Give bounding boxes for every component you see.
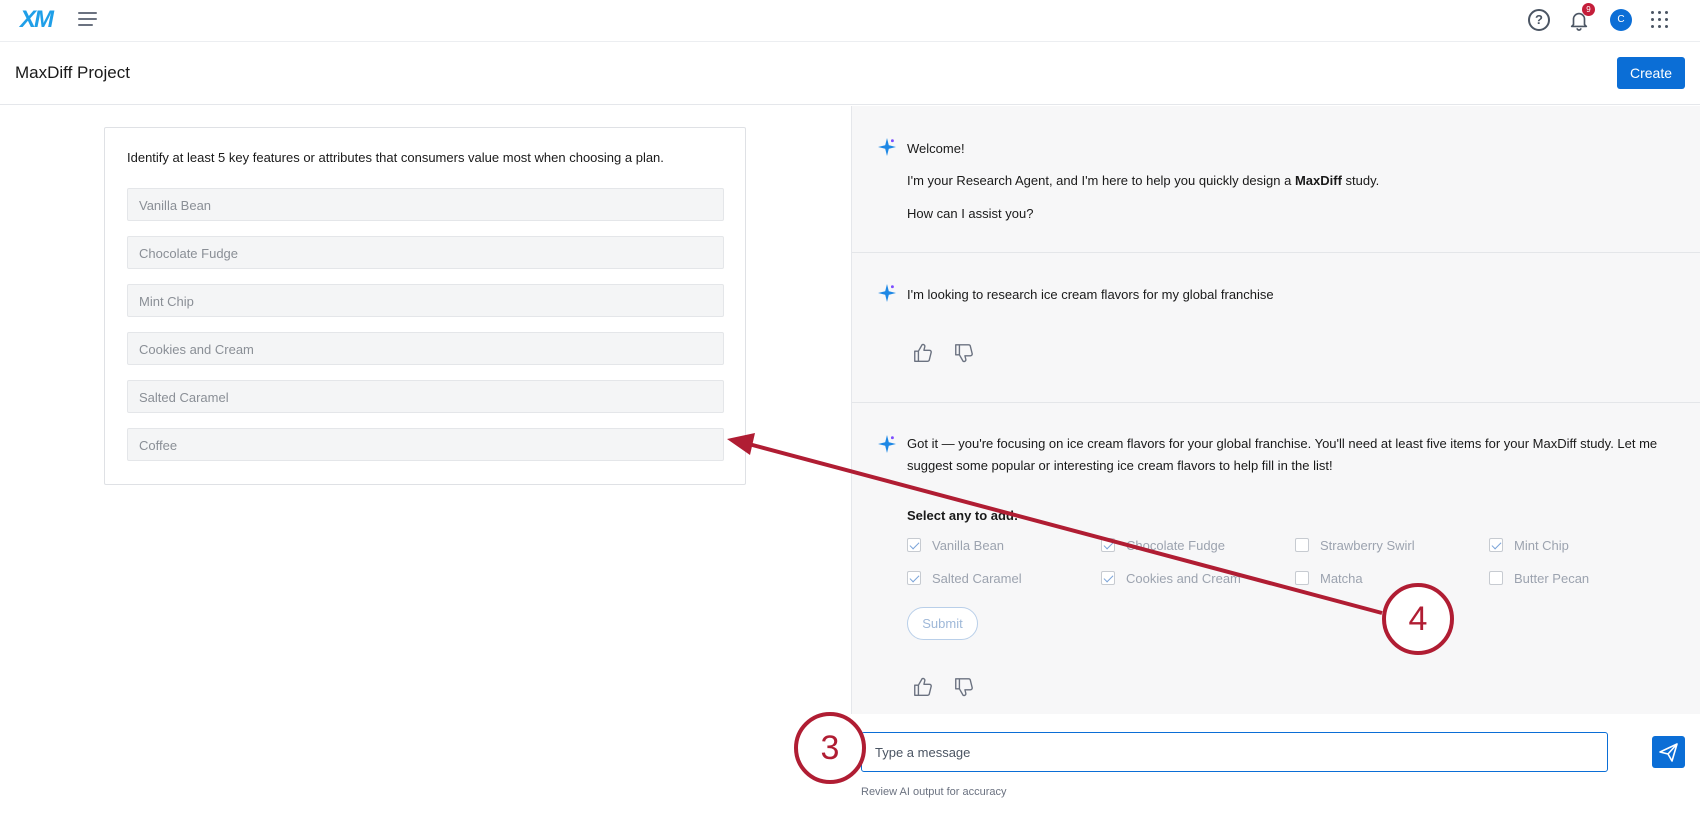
checkbox[interactable] xyxy=(1489,571,1503,585)
welcome-question: How can I assist you? xyxy=(907,206,1034,221)
hamburger-menu-icon[interactable] xyxy=(78,12,97,28)
thumbs-down-icon[interactable] xyxy=(953,676,975,698)
thumbs-up-icon[interactable] xyxy=(912,676,934,698)
item-field[interactable]: Coffee xyxy=(127,428,724,461)
send-icon xyxy=(1659,743,1678,762)
checkbox[interactable] xyxy=(1101,538,1115,552)
ai-disclaimer: Review AI output for accuracy xyxy=(861,786,1007,798)
ai-sparkle-icon xyxy=(878,138,896,156)
checkbox[interactable] xyxy=(907,538,921,552)
top-navigation-bar: XM ? 9 C xyxy=(0,0,1700,42)
app-grid-icon[interactable] xyxy=(1651,11,1669,29)
checkbox[interactable] xyxy=(1295,571,1309,585)
item-field[interactable]: Salted Caramel xyxy=(127,380,724,413)
step-4-callout: 4 xyxy=(1382,583,1454,655)
welcome-message: Welcome! xyxy=(907,141,965,156)
checkbox[interactable] xyxy=(1489,538,1503,552)
xm-logo[interactable]: XM xyxy=(20,6,54,34)
survey-preview-pane: Identify at least 5 key features or attr… xyxy=(0,106,851,820)
message-divider xyxy=(852,402,1700,403)
checkbox[interactable] xyxy=(1101,571,1115,585)
submit-button[interactable]: Submit xyxy=(907,607,978,640)
notification-badge: 9 xyxy=(1582,3,1595,16)
message-input[interactable] xyxy=(861,732,1608,772)
create-button[interactable]: Create xyxy=(1617,57,1685,89)
step-3-callout: 3 xyxy=(794,712,866,784)
question-text: Identify at least 5 key features or attr… xyxy=(127,150,664,165)
item-field[interactable]: Mint Chip xyxy=(127,284,724,317)
user-avatar[interactable]: C xyxy=(1610,9,1632,31)
select-any-label: Select any to add: xyxy=(907,508,1019,523)
checkbox[interactable] xyxy=(1295,538,1309,552)
agent-reply-line: suggest some popular or interesting ice … xyxy=(907,458,1333,473)
thumbs-up-icon[interactable] xyxy=(912,342,934,364)
question-card: Identify at least 5 key features or attr… xyxy=(104,127,746,485)
message-divider xyxy=(852,252,1700,253)
ai-sparkle-icon xyxy=(878,435,896,453)
agent-reply-line: Got it — you're focusing on ice cream fl… xyxy=(907,436,1658,451)
user-message: I'm looking to research ice cream flavor… xyxy=(907,287,1274,302)
send-button[interactable] xyxy=(1652,736,1685,768)
page-title: MaxDiff Project xyxy=(15,63,130,82)
thumbs-down-icon[interactable] xyxy=(953,342,975,364)
item-field[interactable]: Cookies and Cream xyxy=(127,332,724,365)
item-field[interactable]: Vanilla Bean xyxy=(127,188,724,221)
item-field[interactable]: Chocolate Fudge xyxy=(127,236,724,269)
message-composer xyxy=(851,714,1700,820)
research-agent-chat-pane: Welcome! I'm your Research Agent, and I'… xyxy=(851,106,1700,820)
ai-sparkle-icon xyxy=(878,284,896,302)
welcome-message-intro: I'm your Research Agent, and I'm here to… xyxy=(907,173,1380,188)
checkbox[interactable] xyxy=(907,571,921,585)
project-header: MaxDiff Project Create xyxy=(0,42,1700,105)
help-icon[interactable]: ? xyxy=(1528,9,1550,31)
